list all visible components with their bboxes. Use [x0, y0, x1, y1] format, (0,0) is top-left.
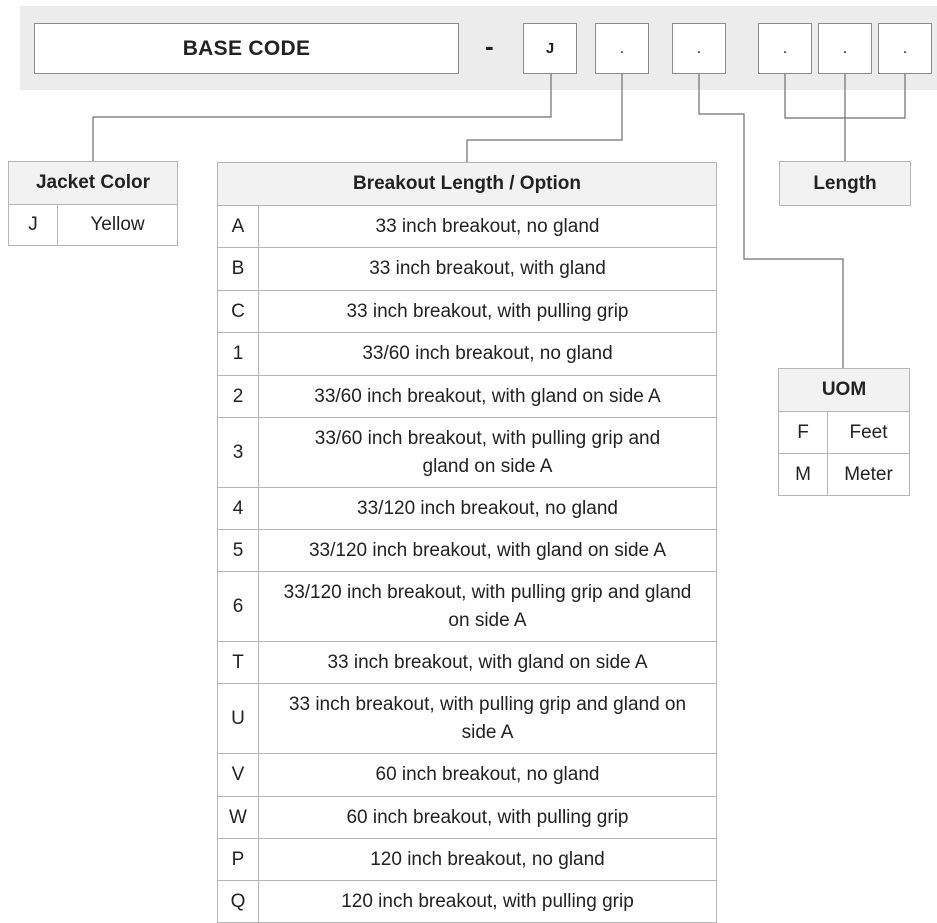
breakout-label: 33 inch breakout, with pulling grip and … — [258, 683, 717, 754]
uom-code: M — [778, 453, 828, 496]
breakout-label: 120 inch breakout, no gland — [258, 838, 717, 881]
breakout-code: A — [217, 205, 259, 248]
table-row: 3 33/60 inch breakout, with pulling grip … — [217, 417, 717, 488]
table-row: A 33 inch breakout, no gland — [217, 205, 717, 248]
breakout-title: Breakout Length / Option — [217, 162, 717, 206]
jacket-connector — [92, 74, 552, 161]
breakout-code: Q — [217, 880, 259, 923]
table-row: C 33 inch breakout, with pulling grip — [217, 290, 717, 333]
breakout-code: C — [217, 290, 259, 333]
table-row: B 33 inch breakout, with gland — [217, 247, 717, 291]
breakout-label: 33 inch breakout, with gland on side A — [258, 641, 717, 684]
breakout-label: 33/120 inch breakout, with pulling grip … — [258, 571, 717, 642]
breakout-code: T — [217, 641, 259, 684]
breakout-label: 60 inch breakout, with pulling grip — [258, 796, 717, 839]
breakout-code: 4 — [217, 487, 259, 530]
breakout-connector — [466, 74, 623, 162]
table-row: U 33 inch breakout, with pulling grip and… — [217, 683, 717, 754]
breakout-code: W — [217, 796, 259, 839]
breakout-table: Breakout Length / Option A 33 inch breako… — [217, 162, 717, 923]
table-row: M Meter — [778, 453, 910, 496]
jacket-color-table: Jacket Color J Yellow — [8, 161, 178, 246]
breakout-code: 6 — [217, 571, 259, 642]
breakout-code: P — [217, 838, 259, 881]
breakout-label: 33/120 inch breakout, with gland on side… — [258, 529, 717, 572]
table-row: W 60 inch breakout, with pulling grip — [217, 796, 717, 839]
breakout-code: 3 — [217, 417, 259, 488]
breakout-code: V — [217, 753, 259, 797]
jacket-label: Yellow — [57, 204, 178, 246]
table-row: 6 33/120 inch breakout, with pulling grip… — [217, 571, 717, 642]
table-row: Q 120 inch breakout, with pulling grip — [217, 880, 717, 923]
breakout-code: 1 — [217, 332, 259, 376]
uom-label: Feet — [827, 411, 910, 454]
table-row: 4 33/120 inch breakout, no gland — [217, 487, 717, 530]
length-connector — [784, 74, 906, 161]
breakout-label: 33 inch breakout, no gland — [258, 205, 717, 248]
uom-label: Meter — [827, 453, 910, 496]
breakout-label: 33/60 inch breakout, with pulling grip a… — [258, 417, 717, 488]
jacket-code: J — [8, 204, 58, 246]
breakout-label: 33/120 inch breakout, no gland — [258, 487, 717, 530]
table-row: 1 33/60 inch breakout, no gland — [217, 332, 717, 376]
breakout-code: U — [217, 683, 259, 754]
table-row: V 60 inch breakout, no gland — [217, 753, 717, 797]
breakout-label: 33 inch breakout, with pulling grip — [258, 290, 717, 333]
length-title: Length — [779, 161, 911, 206]
uom-title: UOM — [778, 368, 910, 412]
breakout-code: 5 — [217, 529, 259, 572]
uom-table: UOM F Feet M Meter — [778, 368, 910, 496]
table-row: 2 33/60 inch breakout, with gland on side… — [217, 375, 717, 418]
table-row: J Yellow — [8, 204, 178, 246]
length-table: Length — [779, 161, 911, 206]
breakout-code: B — [217, 247, 259, 291]
breakout-label: 33/60 inch breakout, no gland — [258, 332, 717, 376]
breakout-label: 120 inch breakout, with pulling grip — [258, 880, 717, 923]
table-row: 5 33/120 inch breakout, with gland on sid… — [217, 529, 717, 572]
jacket-color-title: Jacket Color — [8, 161, 178, 205]
breakout-code: 2 — [217, 375, 259, 418]
table-row: P 120 inch breakout, no gland — [217, 838, 717, 881]
breakout-label: 33/60 inch breakout, with gland on side … — [258, 375, 717, 418]
uom-code: F — [778, 411, 828, 454]
table-row: T 33 inch breakout, with gland on side A — [217, 641, 717, 684]
table-row: F Feet — [778, 411, 910, 454]
breakout-label: 60 inch breakout, no gland — [258, 753, 717, 797]
breakout-label: 33 inch breakout, with gland — [258, 247, 717, 291]
